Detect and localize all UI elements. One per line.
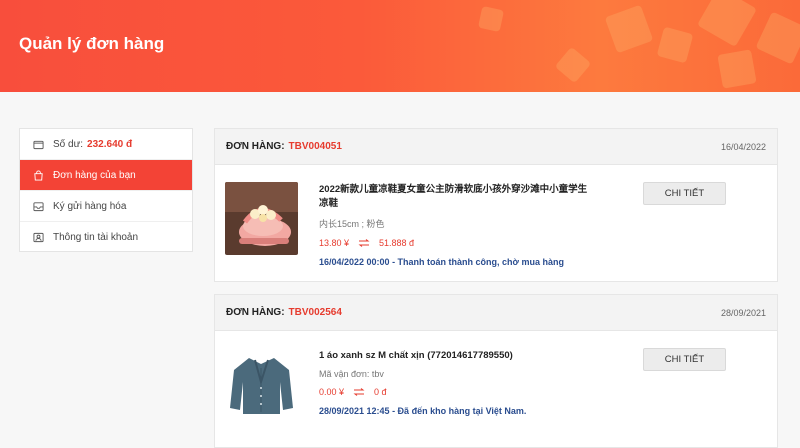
order-code[interactable]: TBV002564 [289,307,342,318]
order-body: 1 áo xanh sz M chất xịn (772014617789550… [215,331,777,447]
order-card: ĐƠN HÀNG: TBV002564 28/09/2021 1 áo xanh … [214,294,778,448]
sidebar-item-label: Ký gửi hàng hóa [53,200,127,212]
product-image[interactable] [225,182,298,255]
page-title: Quản lý đơn hàng [19,34,165,53]
price-vnd: 0 đ [374,387,387,397]
sidebar: Số dư: 232.640 đ Đơn hàng của bạn Ký gửi… [19,128,193,252]
balance-value: 232.640 đ [87,138,133,150]
header-decoration [717,49,757,89]
header-decoration [696,0,758,48]
price-cny: 13.80 ¥ [319,238,350,248]
sidebar-item-account[interactable]: Thông tin tài khoản [20,222,192,253]
user-icon [33,232,44,243]
header-decoration [604,4,654,54]
exchange-icon [353,388,365,396]
order-status: 28/09/2021 12:45 - Đã đến kho hàng tại V… [319,406,527,416]
product-prices: 13.80 ¥ 51.888 đ [319,238,589,248]
product-name[interactable]: 1 áo xanh sz M chất xịn (772014617789550… [319,349,589,363]
balance-label: Số dư: [53,138,84,150]
exchange-icon [358,239,370,247]
product-prices: 0.00 ¥ 0 đ [319,387,589,397]
price-vnd: 51.888 đ [379,238,415,248]
detail-button[interactable]: CHI TIẾT [643,348,726,371]
order-title: ĐƠN HÀNG: TBV002564 [226,307,342,318]
order-date: 28/09/2021 [720,307,766,318]
sidebar-item-consignment[interactable]: Ký gửi hàng hóa [20,191,192,222]
bag-icon [34,169,43,181]
order-status: 16/04/2022 00:00 - Thanh toán thành công… [319,257,564,267]
sidebar-item-balance: Số dư: 232.640 đ [20,129,192,160]
sidebar-item-label: Đơn hàng của bạn [53,169,136,181]
header-decoration [755,11,800,65]
inbox-icon [33,201,44,211]
product-image[interactable] [225,348,298,421]
product-name[interactable]: 2022新款儿童凉鞋夏女童公主防滑软底小孩外穿沙滩中小童学生凉鞋 [319,183,589,211]
order-label: ĐƠN HÀNG: [226,307,285,318]
detail-button[interactable]: CHI TIẾT [643,182,726,205]
order-date: 16/04/2022 [720,141,766,152]
order-body: 2022新款儿童凉鞋夏女童公主防滑软底小孩外穿沙滩中小童学生凉鞋 内长15cm … [215,165,777,281]
sidebar-item-orders[interactable]: Đơn hàng của bạn [20,160,192,191]
page-header: Quản lý đơn hàng [0,0,800,92]
order-label: ĐƠN HÀNG: [226,141,285,152]
product-info: 1 áo xanh sz M chất xịn (772014617789550… [319,349,589,416]
product-info: 2022新款儿童凉鞋夏女童公主防滑软底小孩外穿沙滩中小童学生凉鞋 内长15cm … [319,183,589,267]
product-variant: Mã vận đơn: tbv [319,369,384,379]
order-card: ĐƠN HÀNG: TBV004051 16/04/2022 2022新款儿童凉鞋… [214,128,778,282]
product-variant: 内长15cm ; 粉色 [319,219,385,229]
sidebar-item-label: Thông tin tài khoản [53,232,139,243]
wallet-icon [33,140,44,149]
order-title: ĐƠN HÀNG: TBV004051 [226,141,342,152]
price-cny: 0.00 ¥ [319,387,345,397]
order-header: ĐƠN HÀNG: TBV002564 28/09/2021 [215,295,777,331]
order-header: ĐƠN HÀNG: TBV004051 16/04/2022 [215,129,777,165]
header-decoration [477,5,505,33]
order-code[interactable]: TBV004051 [289,141,342,152]
header-decoration [656,26,694,64]
header-decoration [554,46,592,84]
